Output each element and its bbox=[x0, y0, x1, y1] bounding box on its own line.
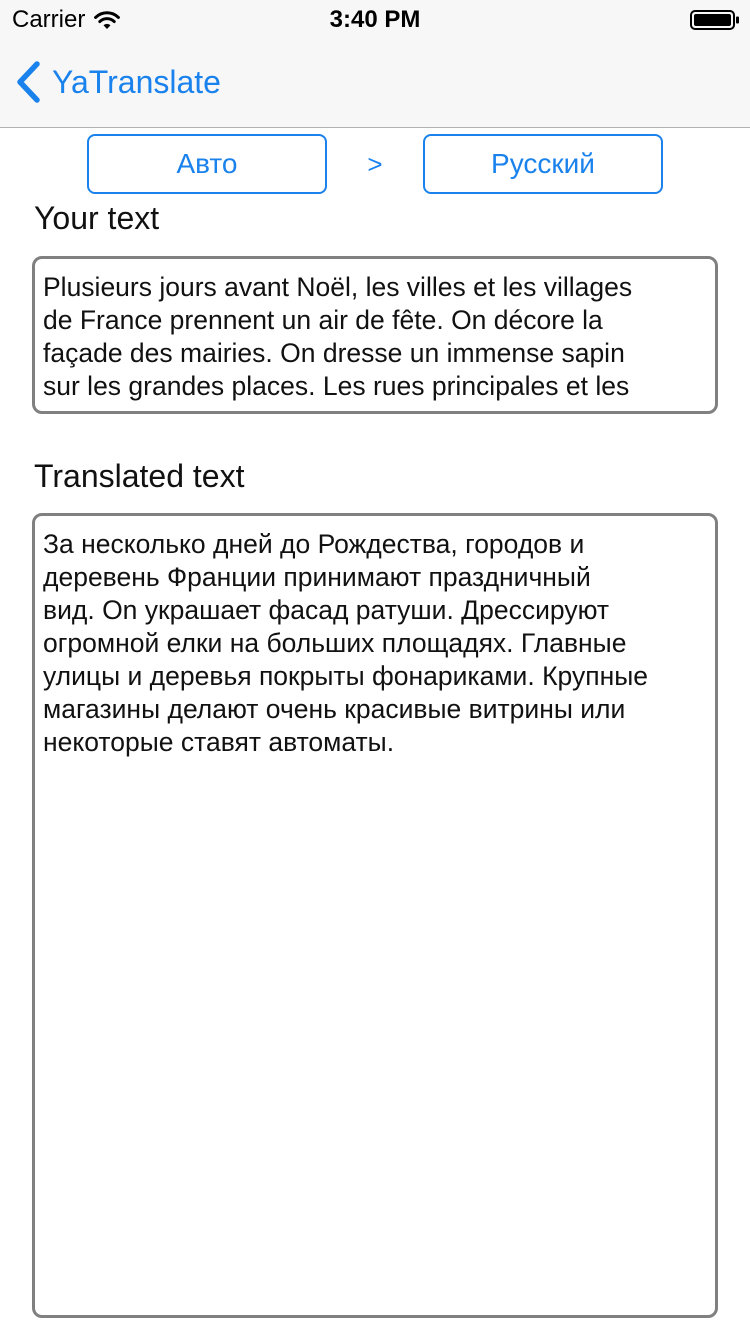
battery-icon bbox=[690, 10, 739, 30]
back-label: YaTranslate bbox=[52, 64, 221, 100]
back-button[interactable]: YaTranslate bbox=[14, 60, 221, 104]
language-direction-arrow[interactable]: > bbox=[355, 146, 395, 182]
source-text-input[interactable]: Plusieurs jours avant Noël, les villes e… bbox=[32, 256, 718, 414]
input-label: Your text bbox=[34, 200, 160, 236]
navigation-bar: YaTranslate bbox=[0, 40, 750, 128]
output-label: Translated text bbox=[34, 458, 245, 494]
status-time: 3:40 PM bbox=[329, 6, 421, 33]
status-bar: Carrier 3:40 PM bbox=[0, 0, 750, 40]
target-language-button[interactable]: Русский bbox=[423, 134, 663, 194]
translated-text-area[interactable]: За несколько дней до Рождества, городов … bbox=[32, 513, 718, 1318]
source-language-button[interactable]: Авто bbox=[87, 134, 327, 194]
chevron-left-icon bbox=[17, 61, 40, 103]
